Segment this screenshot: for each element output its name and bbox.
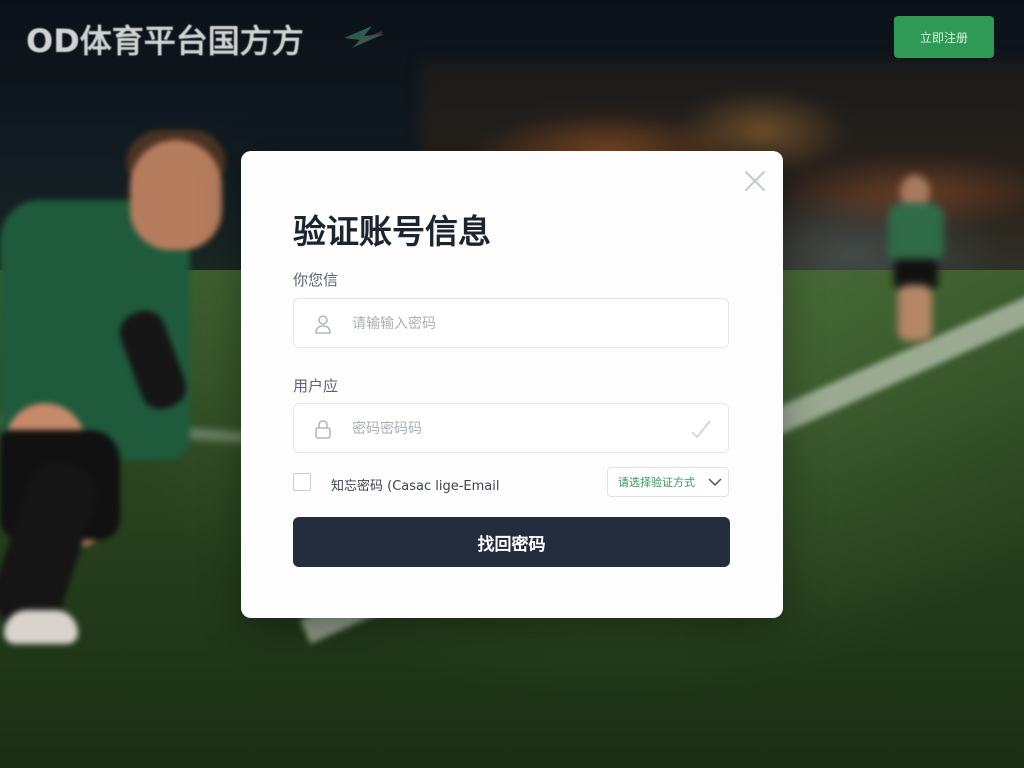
background-player — [880, 175, 950, 345]
close-icon[interactable] — [743, 169, 767, 193]
password-field[interactable] — [293, 403, 729, 454]
recover-password-button[interactable]: 找回密码 — [293, 517, 730, 567]
verify-method-select[interactable]: 请选择验证方式 — [607, 467, 729, 497]
modal-title: 验证账号信息 — [293, 212, 491, 251]
checkmark-icon — [691, 420, 711, 439]
logo-mark-icon — [344, 26, 384, 48]
foreground-player — [0, 130, 240, 690]
user-icon — [315, 315, 331, 334]
verify-method-value: 请选择验证方式 — [618, 476, 695, 489]
lock-icon — [315, 420, 331, 439]
chevron-down-icon — [708, 478, 722, 487]
verify-account-modal: 验证账号信息 你您信 用户应 知忘密码 (Casac lige-Email 请选… — [241, 151, 783, 618]
remember-label: 知忘密码 (Casac lige-Email — [331, 479, 500, 494]
register-button[interactable]: 立即注册 — [894, 16, 994, 58]
account-field[interactable] — [293, 298, 729, 349]
remember-checkbox[interactable] — [293, 473, 311, 491]
top-navigation: OD体育平台国方方 立即注册 — [0, 0, 1024, 80]
password-input[interactable] — [350, 404, 684, 454]
site-logo[interactable]: OD体育平台国方方 — [26, 16, 304, 62]
field1-label: 你您信 — [293, 271, 339, 289]
account-input[interactable] — [350, 299, 684, 349]
field2-label: 用户应 — [293, 377, 339, 395]
